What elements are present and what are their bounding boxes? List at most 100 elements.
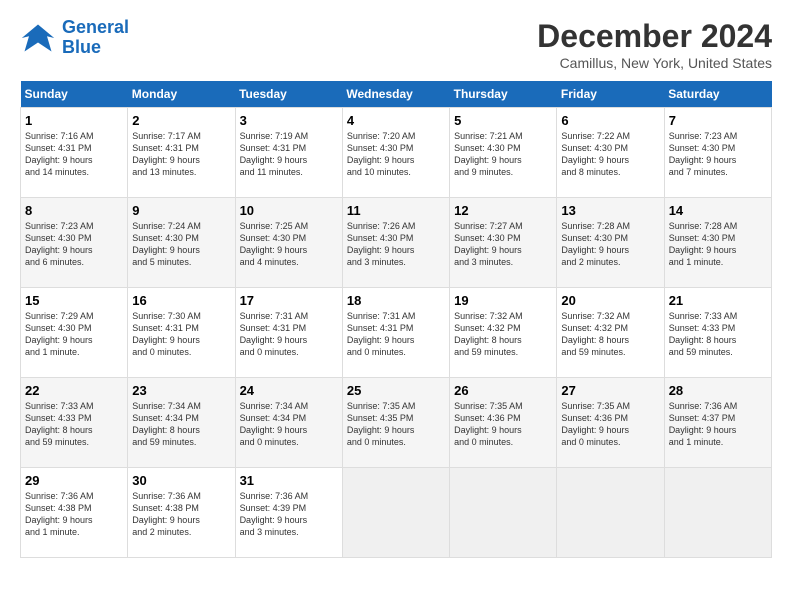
day-number: 14 bbox=[669, 203, 767, 218]
page: General Blue December 2024 Camillus, New… bbox=[0, 0, 792, 568]
calendar-cell: 21Sunrise: 7:33 AM Sunset: 4:33 PM Dayli… bbox=[664, 288, 771, 378]
calendar-week-5: 29 Sunrise: 7:36 AM Sunset: 4:38 PM Dayli… bbox=[21, 468, 772, 558]
calendar-cell: 5Sunrise: 7:21 AM Sunset: 4:30 PM Daylig… bbox=[450, 108, 557, 198]
day-info: Sunrise: 7:16 AM Sunset: 4:31 PM Dayligh… bbox=[25, 130, 123, 179]
calendar-cell bbox=[450, 468, 557, 558]
day-number: 28 bbox=[669, 383, 767, 398]
calendar-cell: 25Sunrise: 7:35 AM Sunset: 4:35 PM Dayli… bbox=[342, 378, 449, 468]
day-info: Sunrise: 7:28 AM Sunset: 4:30 PM Dayligh… bbox=[561, 220, 659, 269]
day-info: Sunrise: 7:31 AM Sunset: 4:31 PM Dayligh… bbox=[347, 310, 445, 359]
day-info: Sunrise: 7:36 AM Sunset: 4:37 PM Dayligh… bbox=[669, 400, 767, 449]
calendar-cell: 1Sunrise: 7:16 AM Sunset: 4:31 PM Daylig… bbox=[21, 108, 128, 198]
day-info: Sunrise: 7:36 AM Sunset: 4:39 PM Dayligh… bbox=[240, 490, 338, 539]
header-tuesday: Tuesday bbox=[235, 81, 342, 108]
calendar-week-4: 22 Sunrise: 7:33 AM Sunset: 4:33 PM Dayli… bbox=[21, 378, 772, 468]
calendar-table: SundayMondayTuesdayWednesdayThursdayFrid… bbox=[20, 81, 772, 558]
calendar-cell: 28 Sunrise: 7:36 AM Sunset: 4:37 PM Dayli… bbox=[664, 378, 771, 468]
calendar-cell bbox=[557, 468, 664, 558]
calendar-cell: 12Sunrise: 7:27 AM Sunset: 4:30 PM Dayli… bbox=[450, 198, 557, 288]
calendar-cell: 22 Sunrise: 7:33 AM Sunset: 4:33 PM Dayli… bbox=[21, 378, 128, 468]
day-info: Sunrise: 7:32 AM Sunset: 4:32 PM Dayligh… bbox=[454, 310, 552, 359]
calendar-cell: 15Sunrise: 7:29 AM Sunset: 4:30 PM Dayli… bbox=[21, 288, 128, 378]
day-number: 11 bbox=[347, 203, 445, 218]
logo: General Blue bbox=[20, 18, 129, 58]
calendar-header-row: SundayMondayTuesdayWednesdayThursdayFrid… bbox=[21, 81, 772, 108]
day-info: Sunrise: 7:34 AM Sunset: 4:34 PM Dayligh… bbox=[240, 400, 338, 449]
day-info: Sunrise: 7:28 AM Sunset: 4:30 PM Dayligh… bbox=[669, 220, 767, 269]
calendar-cell: 29 Sunrise: 7:36 AM Sunset: 4:38 PM Dayli… bbox=[21, 468, 128, 558]
day-info: Sunrise: 7:35 AM Sunset: 4:36 PM Dayligh… bbox=[454, 400, 552, 449]
calendar-cell: 31 Sunrise: 7:36 AM Sunset: 4:39 PM Dayli… bbox=[235, 468, 342, 558]
day-number: 2 bbox=[132, 113, 230, 128]
calendar-cell: 30Sunrise: 7:36 AM Sunset: 4:38 PM Dayli… bbox=[128, 468, 235, 558]
day-number: 20 bbox=[561, 293, 659, 308]
day-info: Sunrise: 7:26 AM Sunset: 4:30 PM Dayligh… bbox=[347, 220, 445, 269]
day-number: 18 bbox=[347, 293, 445, 308]
day-number: 4 bbox=[347, 113, 445, 128]
day-info: Sunrise: 7:17 AM Sunset: 4:31 PM Dayligh… bbox=[132, 130, 230, 179]
header-thursday: Thursday bbox=[450, 81, 557, 108]
day-number: 5 bbox=[454, 113, 552, 128]
day-number: 26 bbox=[454, 383, 552, 398]
calendar-cell: 8 Sunrise: 7:23 AM Sunset: 4:30 PM Daylig… bbox=[21, 198, 128, 288]
calendar-cell: 2 Sunrise: 7:17 AM Sunset: 4:31 PM Daylig… bbox=[128, 108, 235, 198]
day-info: Sunrise: 7:25 AM Sunset: 4:30 PM Dayligh… bbox=[240, 220, 338, 269]
title-block: December 2024 Camillus, New York, United… bbox=[537, 18, 772, 71]
calendar-cell: 20 Sunrise: 7:32 AM Sunset: 4:32 PM Dayli… bbox=[557, 288, 664, 378]
subtitle: Camillus, New York, United States bbox=[537, 55, 772, 71]
day-info: Sunrise: 7:33 AM Sunset: 4:33 PM Dayligh… bbox=[25, 400, 123, 449]
calendar-cell: 3 Sunrise: 7:19 AM Sunset: 4:31 PM Daylig… bbox=[235, 108, 342, 198]
day-info: Sunrise: 7:31 AM Sunset: 4:31 PM Dayligh… bbox=[240, 310, 338, 359]
day-info: Sunrise: 7:23 AM Sunset: 4:30 PM Dayligh… bbox=[669, 130, 767, 179]
calendar-cell: 4 Sunrise: 7:20 AM Sunset: 4:30 PM Daylig… bbox=[342, 108, 449, 198]
day-info: Sunrise: 7:30 AM Sunset: 4:31 PM Dayligh… bbox=[132, 310, 230, 359]
calendar-cell: 6 Sunrise: 7:22 AM Sunset: 4:30 PM Daylig… bbox=[557, 108, 664, 198]
calendar-cell: 7 Sunrise: 7:23 AM Sunset: 4:30 PM Daylig… bbox=[664, 108, 771, 198]
calendar-week-3: 15Sunrise: 7:29 AM Sunset: 4:30 PM Dayli… bbox=[21, 288, 772, 378]
logo-line1: General bbox=[62, 17, 129, 37]
day-number: 31 bbox=[240, 473, 338, 488]
day-info: Sunrise: 7:34 AM Sunset: 4:34 PM Dayligh… bbox=[132, 400, 230, 449]
day-info: Sunrise: 7:23 AM Sunset: 4:30 PM Dayligh… bbox=[25, 220, 123, 269]
calendar-cell bbox=[664, 468, 771, 558]
header-saturday: Saturday bbox=[664, 81, 771, 108]
day-info: Sunrise: 7:35 AM Sunset: 4:36 PM Dayligh… bbox=[561, 400, 659, 449]
day-info: Sunrise: 7:32 AM Sunset: 4:32 PM Dayligh… bbox=[561, 310, 659, 359]
day-info: Sunrise: 7:27 AM Sunset: 4:30 PM Dayligh… bbox=[454, 220, 552, 269]
calendar-cell: 26 Sunrise: 7:35 AM Sunset: 4:36 PM Dayli… bbox=[450, 378, 557, 468]
day-number: 25 bbox=[347, 383, 445, 398]
day-number: 27 bbox=[561, 383, 659, 398]
calendar-cell: 14 Sunrise: 7:28 AM Sunset: 4:30 PM Dayli… bbox=[664, 198, 771, 288]
day-number: 8 bbox=[25, 203, 123, 218]
calendar-cell: 17 Sunrise: 7:31 AM Sunset: 4:31 PM Dayli… bbox=[235, 288, 342, 378]
day-info: Sunrise: 7:24 AM Sunset: 4:30 PM Dayligh… bbox=[132, 220, 230, 269]
calendar-cell: 19 Sunrise: 7:32 AM Sunset: 4:32 PM Dayli… bbox=[450, 288, 557, 378]
header-sunday: Sunday bbox=[21, 81, 128, 108]
header-wednesday: Wednesday bbox=[342, 81, 449, 108]
calendar-cell: 11 Sunrise: 7:26 AM Sunset: 4:30 PM Dayli… bbox=[342, 198, 449, 288]
day-info: Sunrise: 7:29 AM Sunset: 4:30 PM Dayligh… bbox=[25, 310, 123, 359]
day-number: 29 bbox=[25, 473, 123, 488]
day-number: 7 bbox=[669, 113, 767, 128]
calendar-cell: 9 Sunrise: 7:24 AM Sunset: 4:30 PM Daylig… bbox=[128, 198, 235, 288]
day-info: Sunrise: 7:36 AM Sunset: 4:38 PM Dayligh… bbox=[25, 490, 123, 539]
header-monday: Monday bbox=[128, 81, 235, 108]
day-number: 9 bbox=[132, 203, 230, 218]
day-info: Sunrise: 7:20 AM Sunset: 4:30 PM Dayligh… bbox=[347, 130, 445, 179]
day-number: 6 bbox=[561, 113, 659, 128]
calendar-cell: 13Sunrise: 7:28 AM Sunset: 4:30 PM Dayli… bbox=[557, 198, 664, 288]
day-number: 19 bbox=[454, 293, 552, 308]
day-info: Sunrise: 7:19 AM Sunset: 4:31 PM Dayligh… bbox=[240, 130, 338, 179]
header-friday: Friday bbox=[557, 81, 664, 108]
logo-bird-icon bbox=[20, 20, 56, 56]
calendar-cell: 10Sunrise: 7:25 AM Sunset: 4:30 PM Dayli… bbox=[235, 198, 342, 288]
day-number: 17 bbox=[240, 293, 338, 308]
day-number: 22 bbox=[25, 383, 123, 398]
day-number: 23 bbox=[132, 383, 230, 398]
calendar-cell bbox=[342, 468, 449, 558]
day-number: 3 bbox=[240, 113, 338, 128]
calendar-cell: 23 Sunrise: 7:34 AM Sunset: 4:34 PM Dayli… bbox=[128, 378, 235, 468]
logo-text: General Blue bbox=[62, 18, 129, 58]
day-info: Sunrise: 7:22 AM Sunset: 4:30 PM Dayligh… bbox=[561, 130, 659, 179]
day-number: 24 bbox=[240, 383, 338, 398]
